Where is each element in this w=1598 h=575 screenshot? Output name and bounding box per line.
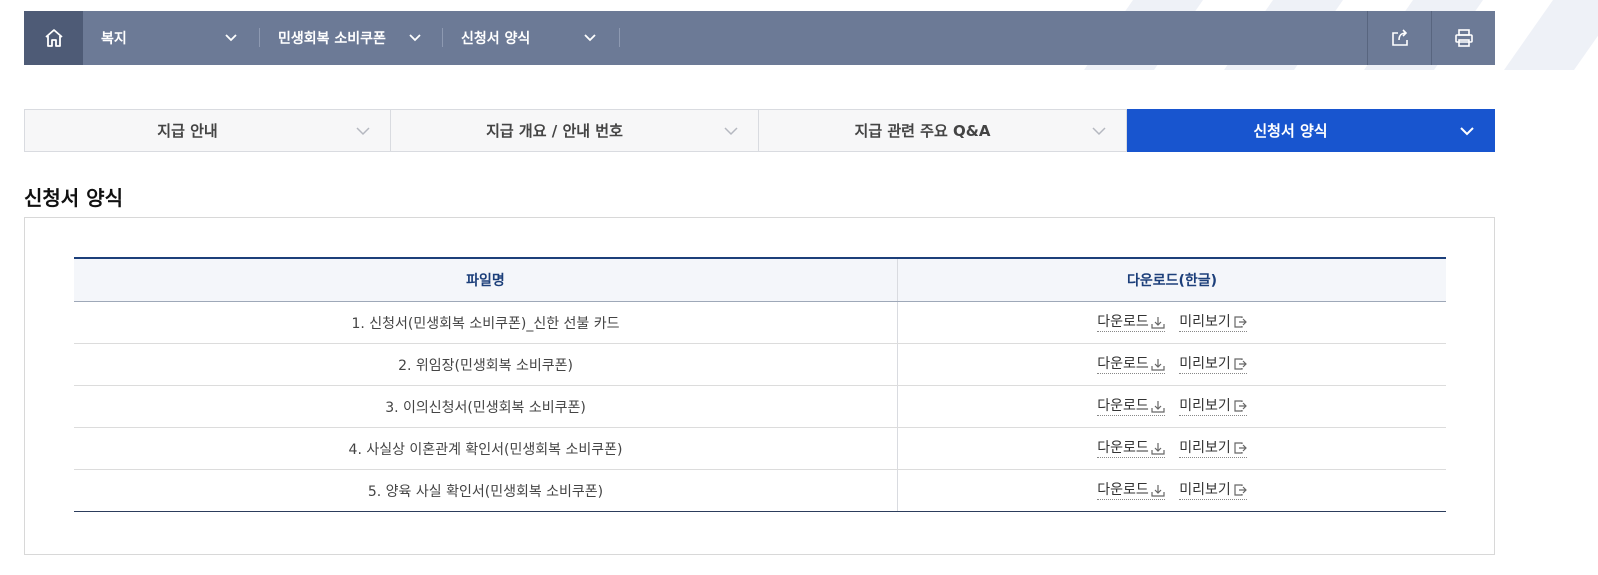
- forms-table: 파일명 다운로드(한글) 1. 신청서(민생회복 소비쿠폰)_신한 선불 카드 …: [74, 257, 1446, 512]
- download-link[interactable]: 다운로드: [1097, 482, 1165, 500]
- download-link[interactable]: 다운로드: [1097, 314, 1165, 332]
- top-actions: [1367, 11, 1495, 65]
- chevron-down-icon: [409, 34, 421, 42]
- table-row: 1. 신청서(민생회복 소비쿠폰)_신한 선불 카드 다운로드 미리보기: [74, 301, 1446, 344]
- chevron-down-icon: [1092, 127, 1106, 136]
- print-button[interactable]: [1431, 11, 1495, 65]
- file-name-cell: 2. 위임장(민생회복 소비쿠폰): [74, 343, 898, 386]
- table-row: 3. 이의신청서(민생회복 소비쿠폰) 다운로드 미리보기: [74, 385, 1446, 428]
- preview-label: 미리보기: [1179, 481, 1231, 498]
- share-icon: [1391, 29, 1408, 46]
- table-row: 2. 위임장(민생회복 소비쿠폰) 다운로드 미리보기: [74, 343, 1446, 386]
- table-row: 5. 양육 사실 확인서(민생회복 소비쿠폰) 다운로드 미리보기: [74, 469, 1446, 512]
- preview-label: 미리보기: [1179, 439, 1231, 456]
- external-link-icon: [1234, 316, 1247, 328]
- chevron-down-icon: [584, 34, 596, 42]
- content-tabs: 지급 안내 지급 개요 / 안내 번호 지급 관련 주요 Q&A 신청서 양식: [24, 109, 1495, 152]
- download-icon: [1151, 401, 1165, 413]
- share-button[interactable]: [1367, 11, 1431, 65]
- download-icon: [1151, 317, 1165, 329]
- tab-payment-overview[interactable]: 지급 개요 / 안내 번호: [391, 109, 759, 152]
- download-link[interactable]: 다운로드: [1097, 398, 1165, 416]
- column-header-download: 다운로드(한글): [897, 257, 1446, 302]
- tab-application-forms[interactable]: 신청서 양식: [1127, 109, 1495, 152]
- page-title: 신청서 양식: [24, 186, 123, 210]
- tab-qna[interactable]: 지급 관련 주요 Q&A: [759, 109, 1127, 152]
- preview-label: 미리보기: [1179, 313, 1231, 330]
- download-cell: 다운로드 미리보기: [897, 427, 1446, 470]
- file-name-cell: 3. 이의신청서(민생회복 소비쿠폰): [74, 385, 898, 428]
- preview-label: 미리보기: [1179, 397, 1231, 414]
- forms-box: 파일명 다운로드(한글) 1. 신청서(민생회복 소비쿠폰)_신한 선불 카드 …: [24, 217, 1495, 555]
- external-link-icon: [1234, 484, 1247, 496]
- column-header-file-name: 파일명: [74, 257, 898, 302]
- download-cell: 다운로드 미리보기: [897, 469, 1446, 512]
- breadcrumb-label: 복지: [101, 31, 127, 47]
- breadcrumb-item-forms[interactable]: 신청서 양식: [443, 11, 620, 65]
- breadcrumb-item-coupon[interactable]: 민생회복 소비쿠폰: [260, 11, 443, 65]
- tab-payment-info[interactable]: 지급 안내: [24, 109, 391, 152]
- tab-label: 지급 안내: [157, 122, 218, 140]
- download-label: 다운로드: [1097, 481, 1149, 498]
- table-row: 4. 사실상 이혼관계 확인서(민생회복 소비쿠폰) 다운로드 미리보기: [74, 427, 1446, 470]
- preview-link[interactable]: 미리보기: [1179, 440, 1247, 458]
- preview-link[interactable]: 미리보기: [1179, 398, 1247, 416]
- preview-link[interactable]: 미리보기: [1179, 314, 1247, 332]
- breadcrumb-item-welfare[interactable]: 복지: [83, 11, 260, 65]
- download-link[interactable]: 다운로드: [1097, 440, 1165, 458]
- tab-label: 지급 개요 / 안내 번호: [486, 122, 623, 140]
- external-link-icon: [1234, 400, 1247, 412]
- breadcrumb-label: 민생회복 소비쿠폰: [278, 31, 386, 47]
- download-label: 다운로드: [1097, 397, 1149, 414]
- download-cell: 다운로드 미리보기: [897, 385, 1446, 428]
- download-label: 다운로드: [1097, 439, 1149, 456]
- chevron-down-icon: [1460, 127, 1474, 136]
- breadcrumb-label: 신청서 양식: [461, 31, 531, 47]
- file-name-cell: 5. 양육 사실 확인서(민생회복 소비쿠폰): [74, 469, 898, 512]
- download-cell: 다운로드 미리보기: [897, 301, 1446, 344]
- download-label: 다운로드: [1097, 355, 1149, 372]
- external-link-icon: [1234, 358, 1247, 370]
- external-link-icon: [1234, 442, 1247, 454]
- home-icon: [44, 29, 63, 47]
- tab-label: 지급 관련 주요 Q&A: [854, 122, 991, 140]
- preview-label: 미리보기: [1179, 355, 1231, 372]
- preview-link[interactable]: 미리보기: [1179, 356, 1247, 374]
- chevron-down-icon: [724, 127, 738, 136]
- breadcrumb-bar: 복지 민생회복 소비쿠폰 신청서 양식: [24, 11, 1495, 65]
- download-icon: [1151, 359, 1165, 371]
- tab-label: 신청서 양식: [1253, 122, 1328, 140]
- download-label: 다운로드: [1097, 313, 1149, 330]
- download-cell: 다운로드 미리보기: [897, 343, 1446, 386]
- chevron-down-icon: [225, 34, 237, 42]
- chevron-down-icon: [356, 127, 370, 136]
- download-icon: [1151, 485, 1165, 497]
- file-name-cell: 1. 신청서(민생회복 소비쿠폰)_신한 선불 카드: [74, 301, 898, 344]
- download-icon: [1151, 443, 1165, 455]
- download-link[interactable]: 다운로드: [1097, 356, 1165, 374]
- preview-link[interactable]: 미리보기: [1179, 482, 1247, 500]
- home-button[interactable]: [24, 11, 83, 65]
- file-name-cell: 4. 사실상 이혼관계 확인서(민생회복 소비쿠폰): [74, 427, 898, 470]
- print-icon: [1454, 29, 1473, 47]
